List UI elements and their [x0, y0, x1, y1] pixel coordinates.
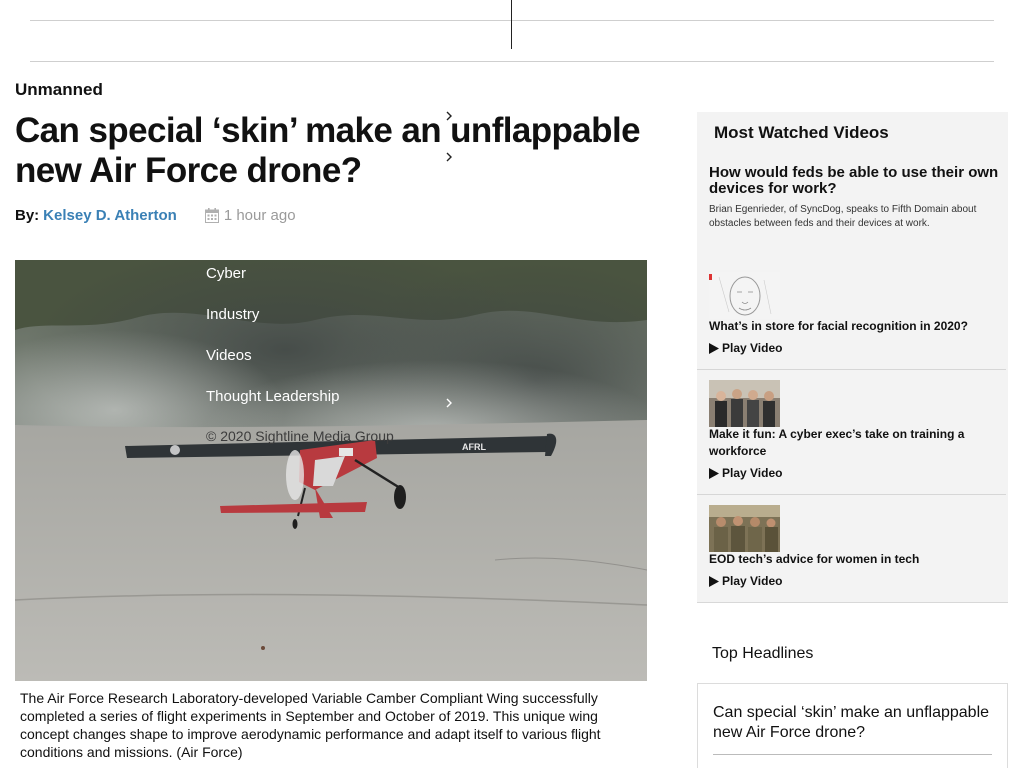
most-watched-videos: Most Watched Videos How would feds be ab…	[697, 112, 1008, 603]
nav-item-videos[interactable]: Videos	[206, 347, 252, 364]
article-headline: Can special ‘skin’ make an unflappable n…	[15, 111, 641, 190]
chevron-right-icon[interactable]	[444, 111, 454, 121]
header-rule-top	[30, 20, 994, 21]
divider	[697, 369, 1006, 370]
featured-video-title[interactable]: How would feds be able to use their own …	[709, 165, 999, 197]
divider	[697, 494, 1006, 495]
drone-photo: AFRL	[15, 260, 647, 681]
play-video-label: Play Video	[722, 574, 783, 588]
image-caption: The Air Force Research Laboratory-develo…	[20, 690, 601, 760]
chevron-right-icon[interactable]	[444, 398, 454, 408]
byline: By: Kelsey D. Atherton 1 hour ago	[15, 207, 296, 224]
author-link[interactable]: Kelsey D. Atherton	[43, 207, 177, 224]
timestamp: 1 hour ago	[204, 207, 296, 224]
chevron-right-icon[interactable]	[444, 152, 454, 162]
featured-video-description: Brian Egenrieder, of SyncDog, speaks to …	[709, 204, 977, 229]
nav-item-cyber[interactable]: Cyber	[206, 265, 246, 282]
header-rule-bottom	[30, 61, 994, 62]
wing-marking: AFRL	[462, 442, 486, 452]
face-sketch-thumbnail[interactable]	[709, 272, 780, 319]
top-headlines-list: Can special ‘skin’ make an unflappable n…	[697, 683, 1008, 768]
nav-item-thought-leadership[interactable]: Thought Leadership	[206, 388, 339, 405]
nav-item-industry[interactable]: Industry	[206, 306, 259, 323]
top-headlines-title: Top Headlines	[712, 645, 814, 662]
byline-prefix: By:	[15, 207, 40, 224]
video-title[interactable]: Make it fun: A cyber exec’s take on trai…	[709, 426, 989, 460]
section-link[interactable]: Unmanned	[15, 80, 103, 100]
timestamp-text: 1 hour ago	[223, 207, 296, 224]
copyright: © 2020 Sightline Media Group	[206, 428, 394, 444]
play-icon	[709, 342, 719, 354]
calendar-icon	[204, 208, 219, 223]
play-icon	[709, 575, 719, 587]
group-photo-thumbnail[interactable]	[709, 380, 780, 427]
play-icon	[709, 467, 719, 479]
play-video-label: Play Video	[722, 466, 783, 480]
hero-image: AFRL	[15, 260, 647, 681]
play-video-button[interactable]: Play Video	[709, 341, 782, 355]
play-video-button[interactable]: Play Video	[709, 574, 782, 588]
divider	[713, 754, 992, 755]
video-title[interactable]: What’s in store for facial recognition i…	[709, 318, 989, 335]
most-watched-title: Most Watched Videos	[714, 123, 889, 142]
header-divider	[511, 0, 512, 49]
video-title[interactable]: EOD tech’s advice for women in tech	[709, 551, 989, 568]
headline-link[interactable]: Can special ‘skin’ make an unflappable n…	[713, 703, 998, 743]
play-video-label: Play Video	[722, 341, 783, 355]
soldiers-photo-thumbnail[interactable]	[709, 505, 780, 552]
play-video-button[interactable]: Play Video	[709, 466, 782, 480]
